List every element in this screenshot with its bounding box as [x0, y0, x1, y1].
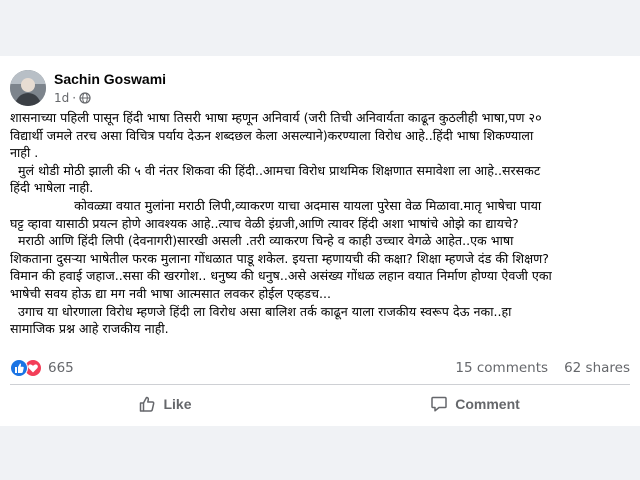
divider [10, 384, 630, 385]
globe-icon[interactable] [79, 92, 91, 107]
body-line: विद्यार्थी जमले तरच असा विचित्र पर्याय द… [10, 127, 534, 143]
comment-icon [431, 396, 447, 412]
body-line: मुलं थोडी मोठी झाली की ५ वी नंतर शिकवा क… [10, 162, 541, 178]
like-label: Like [163, 396, 192, 412]
engagement-counts: 15 comments 62 shares [439, 360, 630, 376]
post-body: शासनाच्या पहिली पासून हिंदी भाषा तिसरी भ… [10, 109, 635, 338]
post-meta: 1d · [54, 91, 91, 107]
comment-label: Comment [455, 396, 520, 412]
body-line: कोवळ्या वयात मुलांना मराठी लिपी,व्याकरण … [10, 197, 542, 213]
post-stats: 665 15 comments 62 shares [10, 356, 630, 380]
comment-button[interactable]: Comment [320, 390, 630, 418]
body-line: शासनाच्या पहिली पासून हिंदी भाषा तिसरी भ… [10, 110, 542, 125]
body-line: सामाजिक प्रश्न आहे राजकीय नाही. [10, 321, 169, 337]
thumbs-up-icon [140, 396, 155, 412]
body-line: उगाच या धोरणाला विरोध म्हणजे हिंदी ला वि… [10, 303, 512, 319]
post-card: Sachin Goswami 1d · शासनाच्या पहिली पासून… [0, 56, 640, 426]
body-line: भाषेची सवय होऊ द्या मग नवी भाषा आत्मसात … [10, 285, 332, 301]
body-line: मराठी आणि हिंदी लिपी (देवनागरी)सारखी असल… [10, 233, 514, 249]
post-time[interactable]: 1d [54, 91, 69, 105]
author-name[interactable]: Sachin Goswami [54, 71, 166, 87]
avatar[interactable] [10, 70, 46, 106]
meta-separator: · [72, 91, 77, 105]
reaction-icons[interactable] [10, 359, 50, 377]
like-reaction-icon[interactable] [10, 359, 28, 377]
body-line: हिंदी भाषेला नाही. [10, 180, 94, 196]
shares-count[interactable]: 62 shares [564, 360, 630, 376]
body-line: घट्ट व्हावा यासाठी प्रयत्न होणे आवश्यक आ… [10, 215, 519, 231]
action-bar: Like Comment [10, 390, 630, 418]
background-area [0, 426, 640, 480]
body-line: विमान की हवाई जहाज..ससा की खरगोश.. धनुष्… [10, 268, 552, 284]
post-header: Sachin Goswami 1d · [10, 70, 410, 110]
body-line: शिकताना दुसऱ्या भाषेतील फरक मुलाना गोंधळ… [10, 250, 549, 266]
body-line: नाही . [10, 145, 39, 161]
like-button[interactable]: Like [10, 390, 320, 418]
reaction-count[interactable]: 665 [48, 360, 74, 376]
comments-count[interactable]: 15 comments [455, 360, 548, 376]
